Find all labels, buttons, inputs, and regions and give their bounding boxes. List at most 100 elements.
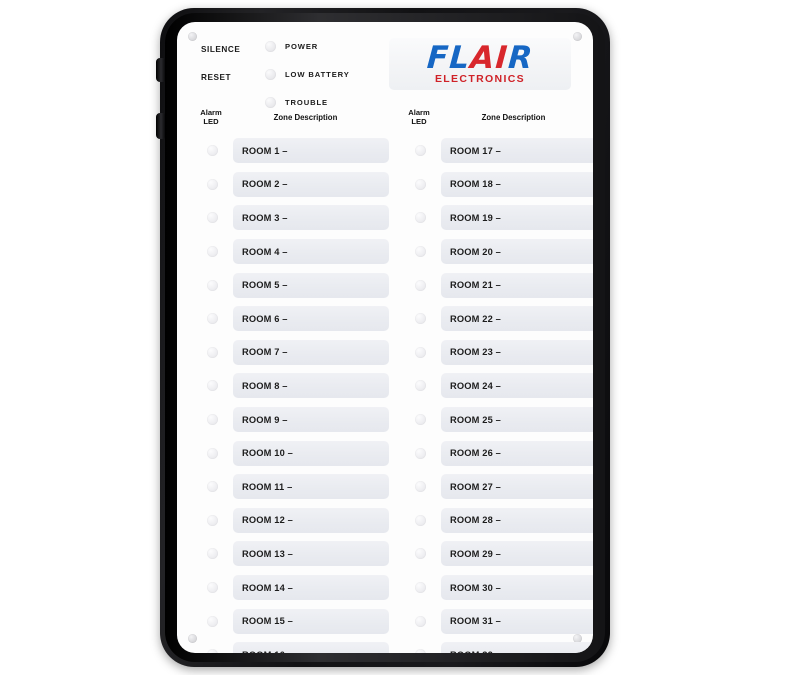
panel-header: SILENCE RESET POWER LOW BATTERY TROUBLE: [177, 22, 593, 108]
zone-row: ROOM 23 –: [385, 336, 593, 370]
zone-description-field[interactable]: ROOM 31 –: [441, 608, 593, 634]
zone-alarm-led-icon: [415, 582, 426, 594]
zone-description-field[interactable]: ROOM 28 –: [441, 507, 593, 533]
zone-row: ROOM 25 –: [385, 403, 593, 437]
zone-row: ROOM 4 –: [177, 235, 389, 269]
zone-description-label: ROOM 13 –: [242, 548, 293, 559]
zone-row: ROOM 19 –: [385, 201, 593, 235]
zone-alarm-led-icon: [207, 582, 218, 594]
zone-description-field[interactable]: ROOM 32 –: [441, 642, 593, 653]
zone-row: ROOM 15 –: [177, 604, 389, 638]
zone-alarm-led-icon: [415, 279, 426, 291]
zone-description-label: ROOM 15 –: [242, 616, 293, 627]
zone-alarm-led-icon: [415, 145, 426, 157]
zone-description-field[interactable]: ROOM 10 –: [233, 440, 389, 466]
annunciator-device: SILENCE RESET POWER LOW BATTERY TROUBLE: [156, 8, 610, 667]
zone-row: ROOM 11 –: [177, 470, 389, 504]
zone-alarm-led-icon: [415, 414, 426, 426]
zone-row: ROOM 21 –: [385, 268, 593, 302]
alarm-led-header-left: Alarm LED: [185, 108, 237, 127]
zone-row: ROOM 18 –: [385, 168, 593, 202]
zone-description-label: ROOM 9 –: [242, 414, 288, 425]
status-label-power: POWER: [285, 41, 319, 51]
zone-description-field[interactable]: ROOM 24 –: [441, 373, 593, 399]
zone-description-field[interactable]: ROOM 27 –: [441, 474, 593, 500]
zone-alarm-led-icon: [415, 447, 426, 459]
zone-row: ROOM 12 –: [177, 504, 389, 538]
zone-description-field[interactable]: ROOM 17 –: [441, 138, 593, 164]
zone-row: ROOM 1 –: [177, 134, 389, 168]
zone-row: ROOM 9 –: [177, 403, 389, 437]
zone-description-field[interactable]: ROOM 6 –: [233, 306, 389, 332]
zone-description-field[interactable]: ROOM 20 –: [441, 239, 593, 265]
zone-description-label: ROOM 2 –: [242, 179, 288, 190]
zone-description-field[interactable]: ROOM 16 –: [233, 642, 389, 653]
zone-alarm-led-icon: [207, 481, 218, 493]
zone-alarm-led-icon: [415, 346, 426, 358]
zone-description-field[interactable]: ROOM 25 –: [441, 407, 593, 433]
zone-row: ROOM 24 –: [385, 369, 593, 403]
zone-description-label: ROOM 31 –: [450, 616, 501, 627]
zone-alarm-led-icon: [207, 447, 218, 459]
zone-alarm-led-icon: [415, 548, 426, 560]
zone-column-right: ROOM 17 – ROOM 18 – ROOM 19 – ROOM 20 – ROOM…: [385, 134, 593, 653]
zone-row: ROOM 14 –: [177, 571, 389, 605]
zone-description-label: ROOM 20 –: [450, 246, 501, 257]
zone-description-label: ROOM 23 –: [450, 347, 501, 358]
zone-description-field[interactable]: ROOM 1 –: [233, 138, 389, 164]
zone-description-field[interactable]: ROOM 4 –: [233, 239, 389, 265]
zone-description-field[interactable]: ROOM 22 –: [441, 306, 593, 332]
zone-description-field[interactable]: ROOM 7 –: [233, 339, 389, 365]
zone-description-field[interactable]: ROOM 12 –: [233, 507, 389, 533]
zone-row: ROOM 16 –: [177, 638, 389, 653]
zone-description-field[interactable]: ROOM 9 –: [233, 407, 389, 433]
alarm-led-header-line1: Alarm: [200, 108, 222, 117]
side-button-lower[interactable]: [156, 113, 165, 139]
zone-description-field[interactable]: ROOM 3 –: [233, 205, 389, 231]
zone-description-label: ROOM 4 –: [242, 246, 288, 257]
zone-description-field[interactable]: ROOM 26 –: [441, 440, 593, 466]
zone-description-label: ROOM 16 –: [242, 650, 293, 653]
zone-description-label: ROOM 26 –: [450, 448, 501, 459]
zone-alarm-led-icon: [207, 615, 218, 627]
status-label-low-battery: LOW BATTERY: [285, 69, 350, 79]
power-led-icon: [265, 40, 276, 52]
zone-alarm-led-icon: [415, 380, 426, 392]
alarm-led-header-line1: Alarm: [408, 108, 430, 117]
zone-alarm-led-icon: [415, 481, 426, 493]
zone-alarm-led-icon: [207, 414, 218, 426]
zone-description-field[interactable]: ROOM 23 –: [441, 339, 593, 365]
zone-description-label: ROOM 28 –: [450, 515, 501, 526]
zone-row: ROOM 7 –: [177, 336, 389, 370]
status-indicator-list: POWER LOW BATTERY TROUBLE: [265, 35, 350, 119]
zone-alarm-led-icon: [207, 380, 218, 392]
zone-alarm-led-icon: [415, 514, 426, 526]
zone-description-field[interactable]: ROOM 11 –: [233, 474, 389, 500]
zone-description-field[interactable]: ROOM 29 –: [441, 541, 593, 567]
column-headers: Alarm LED Zone Description Alarm LED Zon…: [177, 108, 593, 132]
zone-description-field[interactable]: ROOM 15 –: [233, 608, 389, 634]
zone-description-label: ROOM 7 –: [242, 347, 288, 358]
zone-description-field[interactable]: ROOM 21 –: [441, 272, 593, 298]
zone-description-field[interactable]: ROOM 8 –: [233, 373, 389, 399]
zone-row: ROOM 29 –: [385, 537, 593, 571]
zone-description-field[interactable]: ROOM 19 –: [441, 205, 593, 231]
zone-description-field[interactable]: ROOM 14 –: [233, 575, 389, 601]
zone-description-field[interactable]: ROOM 2 –: [233, 171, 389, 197]
side-button-upper[interactable]: [156, 58, 165, 82]
zone-description-field[interactable]: ROOM 30 –: [441, 575, 593, 601]
zone-description-label: ROOM 29 –: [450, 548, 501, 559]
zone-row: ROOM 3 –: [177, 201, 389, 235]
brand-part-a: A: [468, 39, 497, 76]
zone-description-label: ROOM 27 –: [450, 481, 501, 492]
reset-button[interactable]: RESET: [201, 73, 273, 82]
brand-logo-panel: FLAIR ELECTRONICS: [389, 38, 571, 90]
zone-description-field[interactable]: ROOM 5 –: [233, 272, 389, 298]
zone-description-field[interactable]: ROOM 13 –: [233, 541, 389, 567]
brand-wordmark: FLAIR: [426, 39, 535, 76]
zone-row: ROOM 32 –: [385, 638, 593, 653]
silence-button[interactable]: SILENCE: [201, 45, 273, 54]
low-battery-led-icon: [265, 68, 276, 80]
zone-alarm-led-icon: [207, 548, 218, 560]
zone-description-field[interactable]: ROOM 18 –: [441, 171, 593, 197]
